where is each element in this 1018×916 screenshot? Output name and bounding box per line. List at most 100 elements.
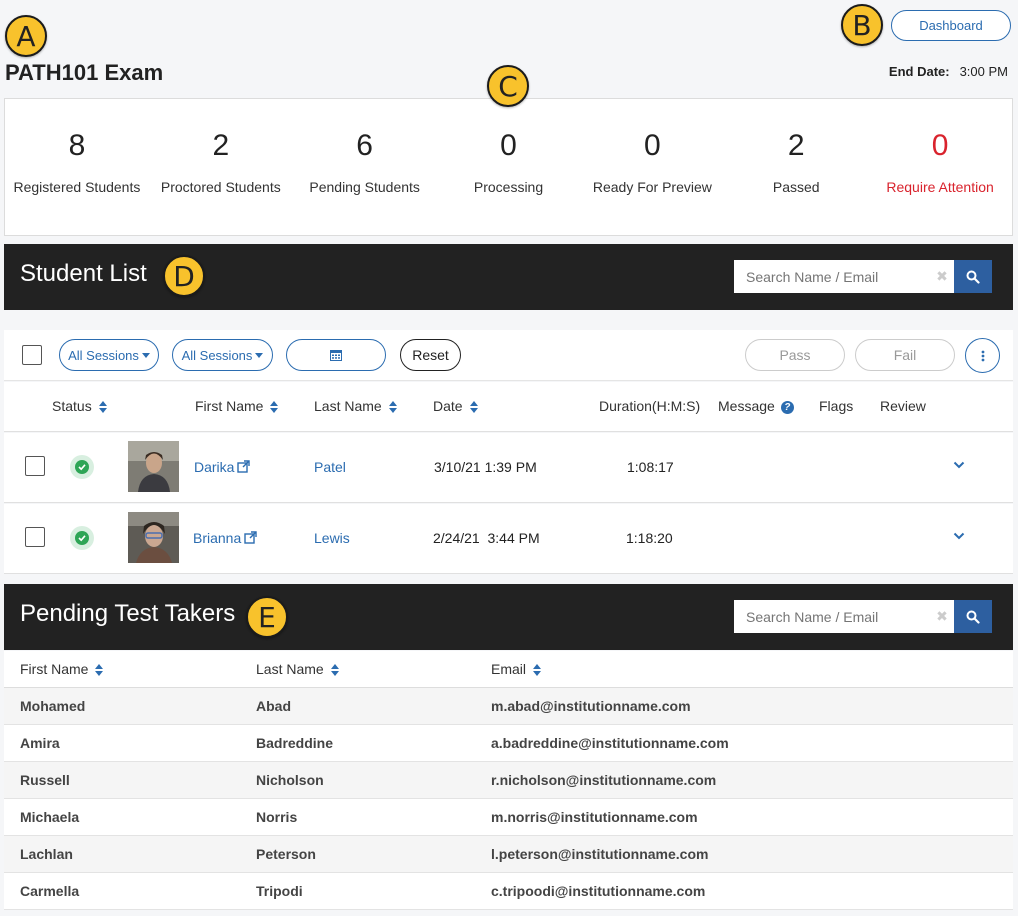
student-photo[interactable] bbox=[128, 512, 179, 563]
select-all-checkbox[interactable] bbox=[22, 345, 42, 365]
sort-icon bbox=[388, 401, 397, 414]
pending-col-last-name[interactable]: Last Name bbox=[256, 661, 339, 677]
pending-table-header: First Name Last Name Email bbox=[4, 651, 1013, 688]
caret-down-icon bbox=[255, 352, 264, 358]
pending-email: m.norris@institutionname.com bbox=[491, 809, 698, 825]
search-button[interactable] bbox=[954, 600, 992, 633]
col-message: Message? bbox=[718, 398, 794, 414]
col-flags: Flags bbox=[819, 398, 854, 414]
fail-button[interactable]: Fail bbox=[855, 339, 955, 371]
student-last-name[interactable]: Lewis bbox=[314, 530, 350, 546]
pending-first-name: Russell bbox=[20, 772, 70, 788]
col-first-name[interactable]: First Name bbox=[195, 398, 279, 414]
pending-title: Pending Test Takers bbox=[20, 600, 236, 627]
student-first-name: Brianna bbox=[193, 530, 242, 546]
pending-last-name: Peterson bbox=[256, 846, 316, 862]
pending-email: l.peterson@institutionname.com bbox=[491, 846, 709, 862]
search-icon bbox=[966, 270, 980, 284]
pending-col-last-name-label: Last Name bbox=[256, 661, 324, 677]
row-checkbox[interactable] bbox=[25, 456, 45, 476]
stat-label: Pending Students bbox=[309, 179, 420, 195]
stat-pending: 6 Pending Students bbox=[293, 99, 437, 235]
pending-col-email[interactable]: Email bbox=[491, 661, 542, 677]
stat-label: Processing bbox=[473, 179, 544, 195]
end-date: End Date: 3:00 PM bbox=[889, 64, 1008, 79]
list-item: Amira Badreddine a.badreddine@institutio… bbox=[4, 725, 1013, 762]
student-list-header: Student List ✖ bbox=[4, 244, 1013, 310]
stat-label: Registered Students bbox=[13, 179, 141, 195]
student-date: 3/10/21 1:39 PM bbox=[434, 459, 537, 475]
pending-col-first-name[interactable]: First Name bbox=[20, 661, 104, 677]
annotation-badge-d: D bbox=[163, 255, 205, 297]
pending-last-name: Badreddine bbox=[256, 735, 334, 751]
pending-email: a.badreddine@institutionname.com bbox=[491, 735, 729, 751]
stat-passed: 2 Passed bbox=[724, 99, 868, 235]
pending-first-name: Carmella bbox=[20, 883, 80, 899]
table-row: Brianna Lewis 2/24/21 3:44 PM 1:18:20 bbox=[4, 504, 1013, 574]
stat-label: Require Attention bbox=[886, 179, 994, 195]
col-status[interactable]: Status bbox=[52, 398, 107, 414]
pending-email: c.tripoodi@institutionname.com bbox=[491, 883, 706, 899]
clear-icon[interactable]: ✖ bbox=[930, 600, 954, 633]
external-link-icon bbox=[237, 460, 251, 473]
stat-label: Ready For Preview bbox=[592, 179, 712, 195]
row-checkbox[interactable] bbox=[25, 527, 45, 547]
annotation-badge-a: A bbox=[5, 15, 47, 57]
pending-email: m.abad@institutionname.com bbox=[491, 698, 691, 714]
pending-last-name: Norris bbox=[256, 809, 298, 825]
session-filter-2[interactable]: All Sessions bbox=[172, 339, 273, 371]
student-first-name-link[interactable]: Brianna bbox=[193, 530, 257, 546]
search-button[interactable] bbox=[954, 260, 992, 293]
pending-header: Pending Test Takers ✖ bbox=[4, 584, 1013, 650]
stat-label: Proctored Students bbox=[160, 179, 281, 195]
col-duration: Duration(H:M:S) bbox=[599, 398, 701, 414]
stat-proctored: 2 Proctored Students bbox=[149, 99, 293, 235]
stats-panel: 8 Registered Students 2 Proctored Students… bbox=[4, 98, 1013, 236]
calendar-icon bbox=[330, 350, 342, 361]
session-filter-label: All Sessions bbox=[68, 347, 139, 363]
status-complete-icon bbox=[70, 455, 94, 479]
student-duration: 1:18:20 bbox=[626, 530, 673, 546]
pending-search-input[interactable] bbox=[734, 600, 930, 633]
chevron-down-icon[interactable] bbox=[953, 532, 965, 540]
col-date[interactable]: Date bbox=[433, 398, 478, 414]
stat-value: 0 bbox=[500, 129, 517, 162]
dashboard-button[interactable]: Dashboard bbox=[891, 10, 1011, 41]
pass-button[interactable]: Pass bbox=[745, 339, 845, 371]
list-item: Russell Nicholson r.nicholson@institutio… bbox=[4, 762, 1013, 799]
list-item: Michaela Norris m.norris@institutionname… bbox=[4, 799, 1013, 836]
annotation-badge-b: B bbox=[841, 4, 883, 46]
page-title: PATH101 Exam bbox=[5, 60, 164, 85]
sort-icon bbox=[330, 664, 339, 677]
student-search-input[interactable] bbox=[734, 260, 930, 293]
pending-last-name: Tripodi bbox=[256, 883, 303, 899]
student-last-name[interactable]: Patel bbox=[314, 459, 346, 475]
status-complete-icon bbox=[70, 526, 94, 550]
session-filter-1[interactable]: All Sessions bbox=[59, 339, 159, 371]
search-icon bbox=[966, 610, 980, 624]
col-date-label: Date bbox=[433, 398, 463, 414]
pending-first-name: Amira bbox=[20, 735, 60, 751]
list-item: Lachlan Peterson l.peterson@institutionn… bbox=[4, 836, 1013, 873]
date-filter-button[interactable] bbox=[286, 339, 386, 371]
stat-require-attention: 0 Require Attention bbox=[868, 99, 1012, 235]
pending-first-name: Lachlan bbox=[20, 846, 73, 862]
col-first-name-label: First Name bbox=[195, 398, 264, 414]
col-last-name-label: Last Name bbox=[314, 398, 382, 414]
sort-icon bbox=[270, 401, 279, 414]
annotation-badge-e: E bbox=[246, 596, 288, 638]
kebab-icon bbox=[981, 350, 984, 361]
reset-button[interactable]: Reset bbox=[400, 339, 461, 371]
list-item: Carmella Tripodi c.tripoodi@institutionn… bbox=[4, 873, 1013, 910]
pending-first-name: Mohamed bbox=[20, 698, 86, 714]
clear-icon[interactable]: ✖ bbox=[930, 260, 954, 293]
student-list-toolbar: All Sessions All Sessions Reset Pass Fai… bbox=[4, 330, 1013, 381]
help-icon[interactable]: ? bbox=[780, 400, 794, 414]
more-options-button[interactable] bbox=[965, 338, 1000, 373]
list-item: Mohamed Abad m.abad@institutionname.com bbox=[4, 688, 1013, 725]
student-first-name-link[interactable]: Darika bbox=[194, 459, 251, 475]
annotation-badge-c: C bbox=[487, 65, 529, 107]
col-last-name[interactable]: Last Name bbox=[314, 398, 397, 414]
chevron-down-icon[interactable] bbox=[953, 461, 965, 469]
student-photo[interactable] bbox=[128, 441, 179, 492]
